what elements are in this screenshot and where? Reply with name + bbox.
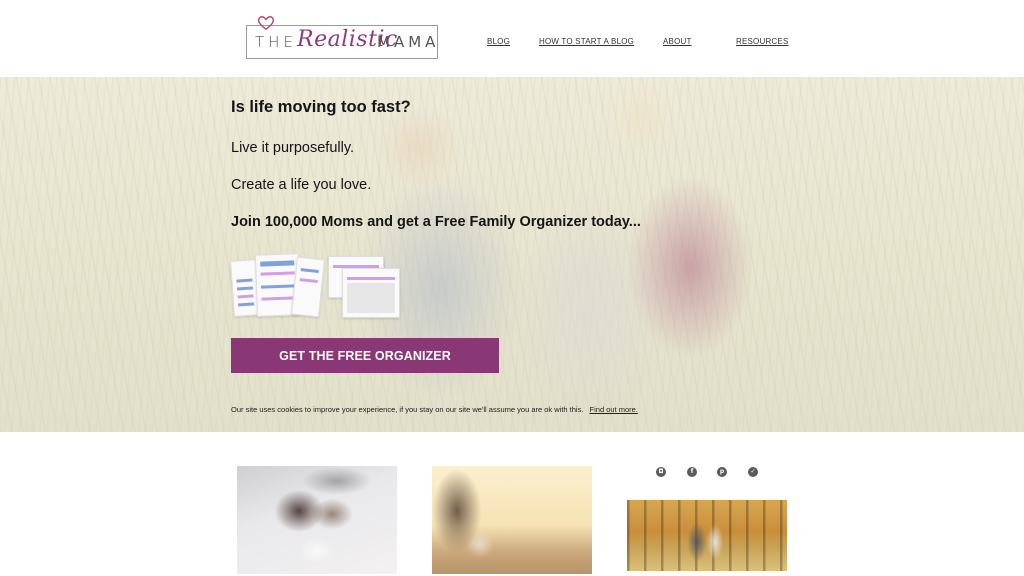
nav-about[interactable]: ABOUT — [663, 37, 692, 46]
cookie-notice-text: Our site uses cookies to improve your ex… — [231, 405, 584, 414]
get-free-organizer-button[interactable]: GET THE FREE ORGANIZER — [231, 338, 499, 373]
hero-section: Is life moving too fast? Live it purpose… — [0, 77, 1024, 432]
logo-the: THE — [255, 33, 297, 51]
site-logo[interactable]: THE Realistic MAMA — [246, 16, 440, 59]
sidebar-family-autumn-photo[interactable] — [627, 500, 787, 571]
hero-background-image — [0, 77, 1024, 432]
site-header: THE Realistic MAMA BLOG HOW TO START A B… — [0, 0, 1024, 77]
cookie-notice: Our site uses cookies to improve your ex… — [231, 405, 638, 414]
hero-tagline-2: Create a life you love. — [231, 177, 372, 193]
nav-how-to-start-a-blog[interactable]: HOW TO START A BLOG — [539, 37, 634, 46]
family-organizer-preview-image — [230, 252, 402, 319]
post-thumbnail-mom-reading-bed[interactable] — [237, 466, 397, 574]
organizer-sheet — [291, 256, 325, 318]
organizer-calendar-sheet — [342, 268, 400, 318]
hero-title: Is life moving too fast? — [231, 98, 411, 116]
twitter-icon[interactable]: ✓ — [748, 467, 758, 477]
heart-icon — [257, 16, 275, 31]
hero-tagline-1: Live it purposefully. — [231, 140, 355, 156]
instagram-icon[interactable]: ◘ — [656, 467, 666, 477]
cookie-find-out-more-link[interactable]: Find out more. — [590, 405, 638, 414]
facebook-icon[interactable]: f — [687, 467, 697, 477]
post-thumbnail-woman-coffee-sunset[interactable] — [432, 466, 592, 574]
nav-blog[interactable]: BLOG — [487, 37, 510, 46]
logo-mama: MAMA — [377, 33, 440, 51]
pinterest-icon[interactable]: p — [717, 467, 727, 477]
hero-join-text: Join 100,000 Moms and get a Free Family … — [231, 214, 641, 230]
nav-resources[interactable]: RESOURCES — [736, 37, 788, 46]
